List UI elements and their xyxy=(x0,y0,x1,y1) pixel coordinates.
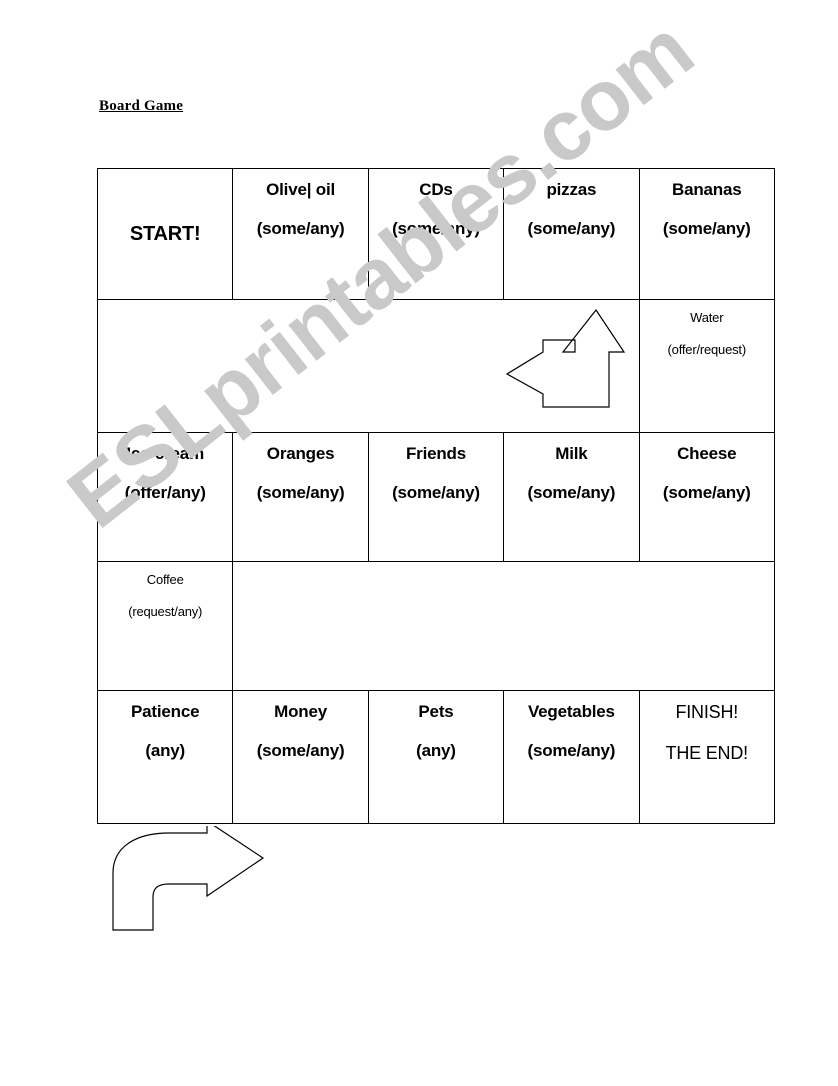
board-cell-word: Bananas xyxy=(672,180,742,199)
board-cell-word: START! xyxy=(129,222,201,245)
board-cell-hint: (some/any) xyxy=(256,219,345,239)
board-cell-word: Patience xyxy=(131,702,200,721)
board-game-table: START! Olive| oil (some/any) CDs (some/a… xyxy=(96,168,775,824)
board-cell-word: Oranges xyxy=(266,444,335,463)
board-cell-word: Milk xyxy=(555,444,588,463)
board-cell-hint: (some/any) xyxy=(392,219,480,239)
board-cell-hint: (some/any) xyxy=(662,483,751,503)
board-cell-oranges[interactable]: Oranges (some/any) xyxy=(232,432,369,562)
board-cell-word: Water xyxy=(690,310,724,325)
board-row: Patience (any) Money (some/any) Pets (an… xyxy=(96,690,775,824)
board-cell-bananas[interactable]: Bananas (some/any) xyxy=(638,168,775,300)
board-cell-word: Coffee xyxy=(146,572,184,587)
board-cell-start[interactable]: START! xyxy=(96,168,234,300)
board-cell-hint: (offer/any) xyxy=(124,483,206,503)
board-cell-word: Cheese xyxy=(677,444,737,463)
board-cell-hint: (any) xyxy=(145,741,185,761)
board-cell-hint: (some/any) xyxy=(527,483,616,503)
board-cell-ice-cream[interactable]: Ice-cream (offer/any) xyxy=(96,432,234,562)
board-cell-hint: (some/any) xyxy=(256,483,345,503)
board-cell-blank-lower xyxy=(232,561,775,691)
board-cell-cheese[interactable]: Cheese (some/any) xyxy=(638,432,775,562)
board-body: START! Olive| oil (some/any) CDs (some/a… xyxy=(96,168,775,824)
board-cell-hint: (some/any) xyxy=(392,483,480,503)
board-cell-word: Ice-cream xyxy=(126,444,204,463)
board-cell-patience[interactable]: Patience (any) xyxy=(96,690,234,824)
board-cell-vegetables[interactable]: Vegetables (some/any) xyxy=(503,690,640,824)
up-then-left-arrow-icon xyxy=(503,304,628,412)
board-row: Water (offer/request) xyxy=(97,299,775,433)
board-cell-hint: (request/any) xyxy=(128,604,203,620)
board-cell-pizzas[interactable]: pizzas (some/any) xyxy=(503,168,640,300)
board-cell-word: pizzas xyxy=(546,180,597,199)
board-cell-hint: (any) xyxy=(416,741,456,761)
board-cell-hint: (some/any) xyxy=(662,219,751,239)
board-cell-word: CDs xyxy=(419,180,453,199)
board-cell-milk[interactable]: Milk (some/any) xyxy=(503,432,640,562)
board-cell-word: Friends xyxy=(405,444,466,463)
board-cell-word: FINISH! xyxy=(675,702,739,722)
board-row: Coffee (request/any) xyxy=(96,561,775,691)
board-cell-friends[interactable]: Friends (some/any) xyxy=(367,432,505,562)
board-cell-word: Olive| oil xyxy=(266,180,336,199)
board-cell-coffee[interactable]: Coffee (request/any) xyxy=(96,561,234,691)
board-cell-hint: (some/any) xyxy=(527,741,616,761)
board-cell-money[interactable]: Money (some/any) xyxy=(232,690,369,824)
board-cell-pets[interactable]: Pets (any) xyxy=(367,690,505,824)
board-row: Ice-cream (offer/any) Oranges (some/any)… xyxy=(96,432,775,562)
board-cell-water[interactable]: Water (offer/request) xyxy=(638,299,775,433)
board-cell-word: Vegetables xyxy=(527,702,615,721)
board-row: START! Olive| oil (some/any) CDs (some/a… xyxy=(96,168,775,300)
board-cell-hint: (offer/request) xyxy=(667,342,747,358)
board-cell-word: Pets xyxy=(418,702,454,721)
board-cell-olive-oil[interactable]: Olive| oil (some/any) xyxy=(232,168,369,300)
board-cell-cds[interactable]: CDs (some/any) xyxy=(367,168,505,300)
bend-right-arrow-icon xyxy=(110,826,280,936)
board-cell-word: Money xyxy=(274,702,327,721)
board-cell-hint: (some/any) xyxy=(256,741,345,761)
board-cell-hint: THE END! xyxy=(665,742,749,763)
page-title: Board Game xyxy=(99,98,184,114)
board-cell-hint: (some/any) xyxy=(527,219,616,239)
worksheet-page: ESLprintables.com Board Game START! Oliv… xyxy=(0,0,838,1086)
board-cell-finish[interactable]: FINISH! THE END! xyxy=(638,690,775,824)
